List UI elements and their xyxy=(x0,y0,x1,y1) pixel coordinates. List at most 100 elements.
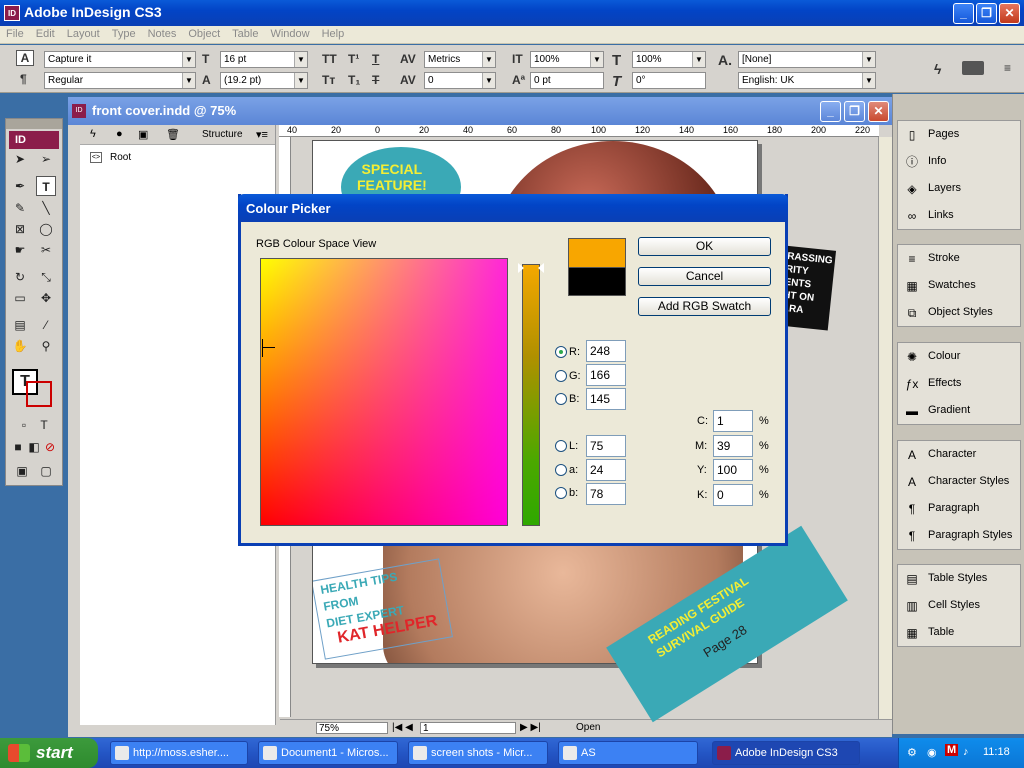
pen-tool-icon[interactable]: ✒ xyxy=(10,176,30,196)
scale-tool-icon[interactable]: ⤡ xyxy=(36,267,56,287)
y-input[interactable]: 100 xyxy=(713,459,753,481)
volume-icon[interactable]: ♪ xyxy=(963,746,969,758)
slider-handle-right[interactable] xyxy=(538,263,544,273)
vertical-scale-field[interactable]: 100% ▼ xyxy=(530,51,604,68)
free-transform-tool-icon[interactable]: ✥ xyxy=(36,288,56,308)
l-radio[interactable] xyxy=(555,440,567,452)
line-tool-icon[interactable]: ╲ xyxy=(36,198,56,218)
menu-table[interactable]: Table xyxy=(226,26,264,40)
colour-field[interactable] xyxy=(260,258,508,526)
panel-cell-styles[interactable]: ▥ Cell Styles xyxy=(898,592,1020,619)
b-radio[interactable] xyxy=(555,393,567,405)
rectangle-frame-tool-icon[interactable]: ⊠ xyxy=(10,219,30,239)
tools-panel-header[interactable] xyxy=(6,119,62,129)
minimize-button[interactable]: _ xyxy=(953,3,974,24)
panel-gradient[interactable]: ▬ Gradient xyxy=(898,397,1020,424)
doc-minimize-button[interactable]: _ xyxy=(820,101,841,122)
font-style-field[interactable]: Regular ▼ xyxy=(44,72,196,89)
formatting-container-icon[interactable]: ▫ xyxy=(14,415,34,435)
menu-help[interactable]: Help xyxy=(316,26,351,40)
b-input[interactable]: 145 xyxy=(586,388,626,410)
font-family-field[interactable]: Capture it ▼ xyxy=(44,51,196,68)
font-size-field[interactable]: 16 pt ▼ xyxy=(220,51,308,68)
scissors-tool-icon[interactable]: ✂ xyxy=(36,240,56,260)
doc-restore-button[interactable]: ❐ xyxy=(844,101,865,122)
ellipse-tool-icon[interactable]: ◯ xyxy=(36,219,56,239)
circle-icon[interactable]: ● xyxy=(116,128,123,140)
stroke-swatch-icon[interactable] xyxy=(26,381,52,407)
panel-object-styles[interactable]: ⧉ Object Styles xyxy=(898,299,1020,326)
c-input[interactable]: 1 xyxy=(713,410,753,432)
rotate-tool-icon[interactable]: ↻ xyxy=(10,267,30,287)
panel-colour[interactable]: ✺ Colour xyxy=(898,343,1020,370)
horizontal-scale-field[interactable]: 100% ▼ xyxy=(632,51,706,68)
underline-icon[interactable]: T xyxy=(372,52,379,66)
mcafee-icon[interactable]: M xyxy=(945,744,959,756)
subscript-icon[interactable]: T₁ xyxy=(348,73,360,87)
a-input[interactable]: 24 xyxy=(586,459,626,481)
eyedropper-tool-icon[interactable]: ⁄ xyxy=(36,315,56,335)
pencil-tool-icon[interactable]: ✎ xyxy=(10,198,30,218)
baseline-shift-field[interactable]: 0 pt xyxy=(530,72,604,89)
a-radio[interactable] xyxy=(555,464,567,476)
panel-character-styles[interactable]: A Character Styles xyxy=(898,468,1020,495)
menu-object[interactable]: Object xyxy=(182,26,226,40)
bridge-icon[interactable] xyxy=(962,61,984,75)
hand-tool-icon[interactable]: ✋ xyxy=(10,336,30,356)
menu-edit[interactable]: Edit xyxy=(30,26,61,40)
all-caps-icon[interactable]: TT xyxy=(322,52,337,66)
ok-button[interactable]: OK xyxy=(638,237,771,256)
panel-menu-icon[interactable]: ≡ xyxy=(1004,61,1011,75)
gradient-tool-icon[interactable]: ▭ xyxy=(10,288,30,308)
direct-selection-tool-icon[interactable]: ➢ xyxy=(36,149,56,169)
doc-close-button[interactable]: ✕ xyxy=(868,101,889,122)
menu-layout[interactable]: Layout xyxy=(61,26,106,40)
panel-table[interactable]: ▦ Table xyxy=(898,619,1020,646)
panel-paragraph[interactable]: ¶ Paragraph xyxy=(898,495,1020,522)
close-button[interactable]: ✕ xyxy=(999,3,1020,24)
panel-effects[interactable]: ƒx Effects xyxy=(898,370,1020,397)
g-input[interactable]: 166 xyxy=(586,364,626,386)
k-input[interactable]: 0 xyxy=(713,484,753,506)
skew-field[interactable]: 0° xyxy=(632,72,706,89)
restore-button[interactable]: ❐ xyxy=(976,3,997,24)
preview-view-icon[interactable]: ▢ xyxy=(36,461,56,481)
g-radio[interactable] xyxy=(555,370,567,382)
normal-view-icon[interactable]: ▣ xyxy=(12,461,32,481)
button-tool-icon[interactable]: ☛ xyxy=(10,240,30,260)
trash-icon[interactable]: 🗑 xyxy=(166,128,180,141)
zoom-field[interactable]: 75% xyxy=(316,722,388,734)
add-rgb-swatch-button[interactable]: Add RGB Swatch xyxy=(638,297,771,316)
panel-paragraph-styles[interactable]: ¶ Paragraph Styles xyxy=(898,522,1020,549)
vertical-scrollbar[interactable] xyxy=(878,137,892,719)
lab-b-radio[interactable] xyxy=(555,487,567,499)
page-number-field[interactable]: 1 xyxy=(420,722,516,734)
tracking-field[interactable]: 0 ▼ xyxy=(424,72,496,89)
slider-handle-left[interactable] xyxy=(518,263,524,273)
task-as-folder[interactable]: AS xyxy=(558,741,698,765)
menu-window[interactable]: Window xyxy=(264,26,315,40)
panel-table-styles[interactable]: ▤ Table Styles xyxy=(898,565,1020,592)
menu-notes[interactable]: Notes xyxy=(142,26,183,40)
task-document1[interactable]: Document1 - Micros... xyxy=(258,741,398,765)
selection-tool-icon[interactable]: ➤ xyxy=(10,149,30,169)
zoom-tool-icon[interactable]: ⚲ xyxy=(36,336,56,356)
task-indesign[interactable]: Adobe InDesign CS3 xyxy=(712,741,860,765)
cancel-button[interactable]: Cancel xyxy=(638,267,771,286)
apply-none-icon[interactable]: ⊘ xyxy=(40,437,60,457)
character-mode-icon[interactable]: A xyxy=(16,50,34,66)
panel-character[interactable]: A Character xyxy=(898,441,1020,468)
kerning-field[interactable]: Metrics ▼ xyxy=(424,51,496,68)
r-radio[interactable] xyxy=(555,346,567,358)
panel-links[interactable]: ∞ Links xyxy=(898,202,1020,229)
security-icon[interactable]: ◉ xyxy=(927,746,937,759)
m-input[interactable]: 39 xyxy=(713,435,753,457)
small-caps-icon[interactable]: Tт xyxy=(322,73,335,87)
next-page-icon[interactable]: ▶ ▶| xyxy=(520,722,541,733)
network-icon[interactable]: ⚙ xyxy=(907,746,917,759)
type-tool-icon[interactable]: T xyxy=(36,176,56,196)
formatting-text-icon[interactable]: T xyxy=(34,415,54,435)
root-node[interactable]: <> Root xyxy=(90,152,131,163)
panel-layers[interactable]: ◈ Layers xyxy=(898,175,1020,202)
paragraph-mode-icon[interactable]: ¶ xyxy=(20,72,27,86)
